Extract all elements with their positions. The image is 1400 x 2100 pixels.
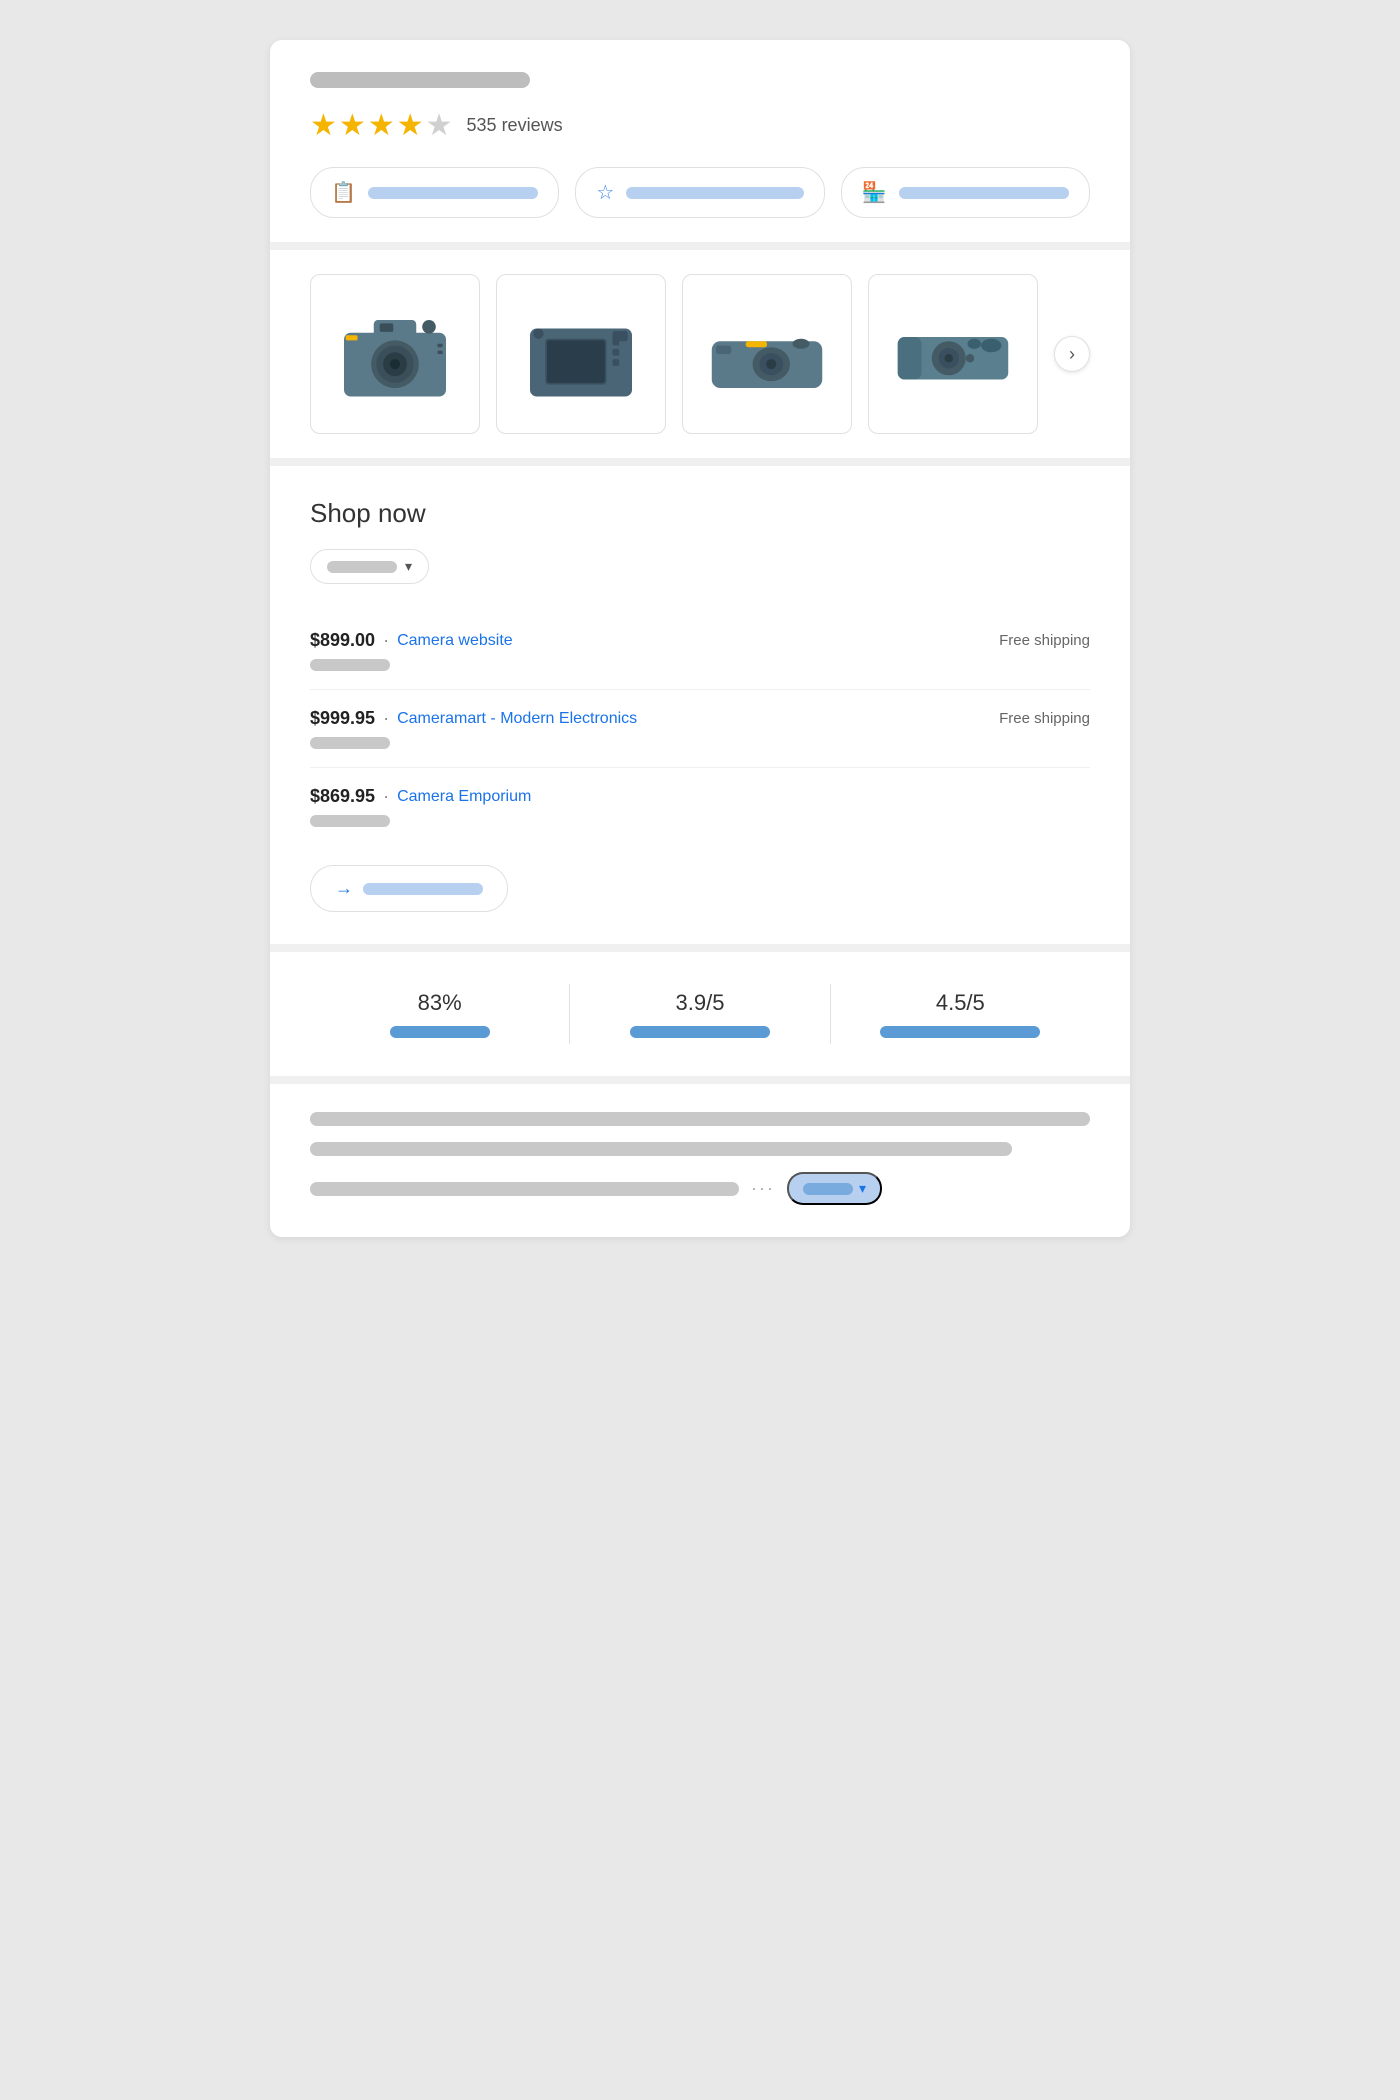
ellipsis-icon: ··· (751, 1178, 775, 1199)
text-line-3-row: ··· ▾ (310, 1172, 1090, 1205)
shop-item-3-left: $869.95 · Camera Emporium (310, 786, 531, 807)
star-rating: ★ ★ ★ ★ ★ (310, 108, 453, 143)
stat-value-1: 83% (418, 990, 462, 1016)
image-card-3[interactable] (682, 274, 852, 434)
star-3: ★ (368, 108, 395, 143)
shop-item-1-top: $899.00 · Camera website Free shipping (310, 630, 1090, 651)
store-icon: 🏪 (862, 180, 887, 205)
image-card-1[interactable] (310, 274, 480, 434)
price-2: $999.95 (310, 708, 375, 729)
star-icon: ☆ (596, 180, 614, 205)
expand-label-placeholder (803, 1183, 853, 1195)
next-image-button[interactable]: › (1054, 336, 1090, 372)
price-3: $869.95 (310, 786, 375, 807)
action-btn-label-3 (899, 187, 1069, 199)
shop-item-2-sub (310, 737, 390, 749)
image-card-2[interactable] (496, 274, 666, 434)
camera-image-1 (327, 291, 463, 417)
camera-image-3 (699, 291, 835, 417)
text-line-2 (310, 1142, 1012, 1156)
seller-name-1[interactable]: Camera website (397, 632, 513, 650)
stat-item-2: 3.9/5 (570, 990, 829, 1038)
text-line-3-partial (310, 1182, 739, 1196)
action-button-1[interactable]: 📋 (310, 167, 559, 218)
text-line-1 (310, 1112, 1090, 1126)
expand-button[interactable]: ▾ (787, 1172, 882, 1205)
shop-item-2: $999.95 · Cameramart - Modern Electronic… (310, 690, 1090, 768)
separator-3: · (383, 786, 389, 807)
filter-label-placeholder (327, 561, 397, 573)
product-card: ★ ★ ★ ★ ★ 535 reviews 📋 ☆ 🏪 (270, 40, 1130, 1237)
stats-section: 83% 3.9/5 4.5/5 (270, 952, 1130, 1084)
shop-item-1: $899.00 · Camera website Free shipping (310, 612, 1090, 690)
clipboard-icon: 📋 (331, 180, 356, 205)
stat-item-3: 4.5/5 (831, 990, 1090, 1038)
rating-section: ★ ★ ★ ★ ★ 535 reviews 📋 ☆ 🏪 (270, 40, 1130, 250)
more-stores-button[interactable]: → (310, 865, 508, 912)
shop-section: Shop now ▾ $899.00 · Camera website Free… (270, 466, 1130, 952)
star-1: ★ (310, 108, 337, 143)
image-card-4[interactable] (868, 274, 1038, 434)
stat-item-1: 83% (310, 990, 569, 1038)
rating-row: ★ ★ ★ ★ ★ 535 reviews (310, 108, 1090, 143)
arrow-right-icon: → (335, 878, 353, 899)
stat-label-2 (630, 1026, 770, 1038)
shop-item-2-left: $999.95 · Cameramart - Modern Electronic… (310, 708, 637, 729)
shop-item-1-left: $899.00 · Camera website (310, 630, 513, 651)
seller-name-2[interactable]: Cameramart - Modern Electronics (397, 710, 637, 728)
shop-title: Shop now (310, 498, 1090, 529)
stat-value-3: 4.5/5 (936, 990, 985, 1016)
action-button-3[interactable]: 🏪 (841, 167, 1090, 218)
action-btn-label-1 (368, 187, 538, 199)
more-label-placeholder (363, 883, 483, 895)
shop-item-3-sub (310, 815, 390, 827)
shop-item-1-sub (310, 659, 390, 671)
product-title-placeholder (310, 72, 530, 88)
separator-1: · (383, 630, 389, 651)
text-section: ··· ▾ (270, 1084, 1130, 1237)
camera-image-2 (513, 291, 649, 417)
star-5: ★ (426, 108, 453, 143)
action-btn-label-2 (626, 187, 803, 199)
shipping-badge-2: Free shipping (999, 710, 1090, 727)
price-1: $899.00 (310, 630, 375, 651)
stat-value-2: 3.9/5 (676, 990, 725, 1016)
image-row: › (310, 274, 1090, 434)
stat-label-1 (390, 1026, 490, 1038)
star-2: ★ (339, 108, 366, 143)
stat-label-3 (880, 1026, 1040, 1038)
camera-image-4 (885, 291, 1021, 417)
action-button-2[interactable]: ☆ (575, 167, 824, 218)
review-count: 535 reviews (467, 115, 563, 136)
action-buttons-row: 📋 ☆ 🏪 (310, 167, 1090, 218)
shop-item-3-top: $869.95 · Camera Emporium (310, 786, 1090, 807)
seller-name-3[interactable]: Camera Emporium (397, 788, 531, 806)
chevron-down-icon: ▾ (405, 558, 412, 575)
shop-item-2-top: $999.95 · Cameramart - Modern Electronic… (310, 708, 1090, 729)
chevron-down-expand-icon: ▾ (859, 1180, 866, 1197)
separator-2: · (383, 708, 389, 729)
star-4: ★ (397, 108, 424, 143)
filter-button[interactable]: ▾ (310, 549, 429, 584)
images-section: › (270, 250, 1130, 466)
shipping-badge-1: Free shipping (999, 632, 1090, 649)
shop-item-3: $869.95 · Camera Emporium (310, 768, 1090, 845)
